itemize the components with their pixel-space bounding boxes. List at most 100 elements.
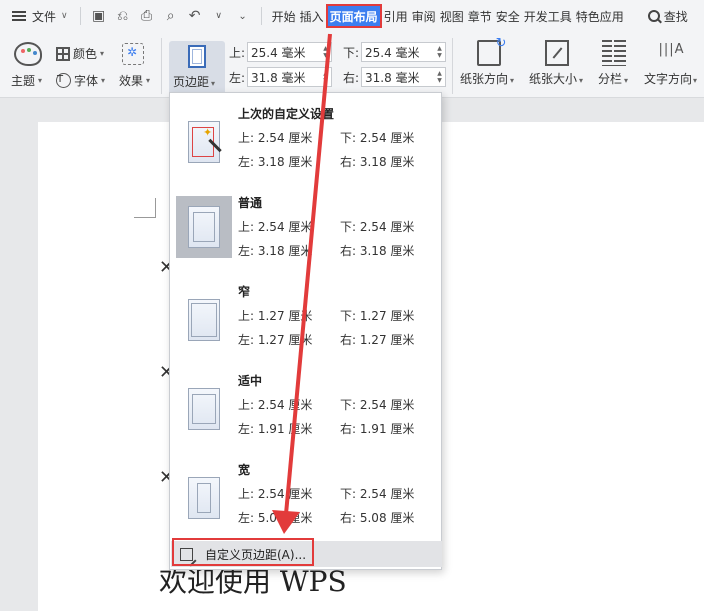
- preset-top: 上: 2.54 厘米: [238, 398, 313, 412]
- effect-icon: [122, 43, 144, 65]
- theme-button[interactable]: [14, 42, 42, 66]
- color-grid-icon: [56, 46, 70, 61]
- spinner-arrows-icon[interactable]: ▲ ▼: [320, 43, 331, 61]
- size-label-wrap: 纸张大小 ▾: [529, 70, 583, 87]
- margin-preset-normal[interactable]: 普通 上: 2.54 厘米 下: 2.54 厘米 左: 3.18 厘米 右: 3…: [170, 182, 441, 270]
- text-direction-button[interactable]: 文字方向▾: [644, 40, 697, 87]
- tab-developer[interactable]: 开发工具: [522, 0, 574, 32]
- redo-icon[interactable]: ∨: [207, 4, 231, 28]
- search-button[interactable]: 查找: [647, 8, 688, 25]
- margin-preset-moderate[interactable]: 适中 上: 2.54 厘米 下: 2.54 厘米 左: 1.91 厘米 右: 1…: [170, 360, 441, 448]
- paper-size-button[interactable]: 纸张大小 ▾: [529, 40, 583, 87]
- preset-top: 上: 1.27 厘米: [238, 309, 313, 323]
- preset-left: 左: 1.91 厘米: [238, 422, 313, 436]
- page-orientation-icon: [476, 36, 507, 66]
- spinner-arrows-icon[interactable]: ▲ ▼: [320, 68, 331, 86]
- margin-preset-wide[interactable]: 宽 上: 2.54 厘米 下: 2.54 厘米 左: 5.08 厘米 右: 5.…: [170, 449, 441, 537]
- search-icon: [647, 10, 660, 22]
- save-icon[interactable]: ▣: [87, 4, 111, 28]
- font-label: 字体: [74, 74, 99, 88]
- tab-insert[interactable]: 插入: [298, 0, 326, 32]
- theme-label-button[interactable]: 主题 ▾: [11, 72, 42, 89]
- caret-down-icon: ▾: [100, 49, 105, 58]
- annotation-highlight-box: [172, 538, 314, 566]
- page-thumbnail-icon: [188, 477, 220, 519]
- preset-bottom: 下: 2.54 厘米: [340, 131, 415, 145]
- bottom-margin-label: 下:: [343, 46, 360, 60]
- margin-preset-narrow[interactable]: 窄 上: 1.27 厘米 下: 1.27 厘米 左: 1.27 厘米 右: 1.…: [170, 271, 441, 359]
- columns-button[interactable]: 分栏 ▾: [598, 40, 628, 87]
- preset-left: 左: 1.27 厘米: [238, 333, 313, 347]
- orientation-label: 纸张方向: [460, 72, 509, 86]
- tab-home[interactable]: 开始: [270, 0, 298, 32]
- tab-features[interactable]: 特色应用: [574, 0, 626, 32]
- preset-left: 左: 3.18 厘米: [238, 155, 313, 169]
- print-icon[interactable]: ⎙: [135, 4, 159, 28]
- margin-corner-mark: [134, 198, 156, 218]
- preset-thumbnail: [176, 467, 232, 529]
- preset-thumbnail: [176, 289, 232, 351]
- bottom-margin-spinner: ▲▼: [361, 42, 446, 62]
- preset-bottom: 下: 1.27 厘米: [340, 309, 415, 323]
- paper-size-label: 纸张大小: [529, 72, 578, 86]
- effect-button[interactable]: 效果 ▾: [119, 72, 150, 89]
- preset-bottom: 下: 2.54 厘米: [340, 487, 415, 501]
- margin-preset-last-custom[interactable]: ✦ 上次的自定义设置 上: 2.54 厘米 下: 2.54 厘米 左: 3.18…: [170, 93, 441, 181]
- preset-title: 普通: [238, 196, 263, 210]
- top-margin-input[interactable]: [248, 43, 320, 61]
- caret-down-icon: ▾: [693, 76, 698, 85]
- page-thumbnail-icon: [188, 299, 220, 341]
- quick-access-toolbar: ▣ ⎌ ⎙ ⌕ ↶ ∨ ⌄: [74, 4, 268, 28]
- preset-title: 宽: [238, 463, 251, 477]
- margin-presets-dropdown: ✦ 上次的自定义设置 上: 2.54 厘米 下: 2.54 厘米 左: 3.18…: [169, 92, 442, 570]
- tab-section[interactable]: 章节: [466, 0, 494, 32]
- page-margin-label-wrap: 页边距 ▾: [173, 73, 215, 90]
- preset-left: 左: 5.08 厘米: [238, 511, 313, 525]
- left-margin-input[interactable]: [248, 68, 320, 86]
- orientation-button[interactable]: 纸张方向▾: [460, 36, 514, 87]
- tab-review[interactable]: 审阅: [410, 0, 438, 32]
- preset-thumbnail: [176, 196, 232, 258]
- ribbon-toolbar: 主题 ▾ 颜色 ▾ T 字体 ▾ 效果 ▾ 页边距▾ 上: ▲▼ 下: ▲▼ 左…: [0, 32, 704, 98]
- tab-view[interactable]: 视图: [438, 0, 466, 32]
- chevron-down-icon: ∨: [61, 11, 68, 21]
- preset-thumbnail: [176, 378, 232, 440]
- divider: [161, 38, 162, 94]
- format-painter-icon[interactable]: ⎌: [111, 4, 135, 28]
- page-margin-button[interactable]: 页边距 ▾: [169, 41, 225, 95]
- columns-label-wrap: 分栏 ▾: [598, 70, 628, 87]
- tab-page-layout[interactable]: 页面布局: [325, 4, 382, 28]
- bottom-margin-input[interactable]: [362, 43, 434, 61]
- customize-icon[interactable]: ⌄: [231, 4, 255, 28]
- color-button[interactable]: 颜色 ▾: [56, 45, 104, 62]
- caret-down-icon: ▾: [579, 76, 584, 85]
- preset-title: 适中: [238, 374, 263, 388]
- right-margin-input[interactable]: [362, 68, 434, 86]
- page-thumbnail-icon: ✦: [188, 121, 222, 163]
- undo-icon[interactable]: ↶: [183, 4, 207, 28]
- paragraph-mark-icon: ✕: [159, 467, 175, 488]
- print-preview-icon[interactable]: ⌕: [159, 4, 183, 28]
- tab-references[interactable]: 引用: [382, 0, 410, 32]
- font-button[interactable]: T 字体 ▾: [56, 72, 105, 89]
- effect-icon-button[interactable]: [122, 43, 144, 65]
- spinner-arrows-icon[interactable]: ▲ ▼: [434, 68, 445, 86]
- preset-right: 右: 3.18 厘米: [340, 244, 415, 258]
- font-icon: T: [56, 73, 71, 88]
- caret-down-icon: ▾: [624, 76, 629, 85]
- tab-security[interactable]: 安全: [494, 0, 522, 32]
- spinner-arrows-icon[interactable]: ▲ ▼: [434, 43, 445, 61]
- columns-label: 分栏: [598, 72, 623, 86]
- paragraph-mark-icon: ✕: [159, 257, 175, 278]
- right-margin-spinner: ▲▼: [361, 67, 446, 87]
- file-menu-button[interactable]: 文件 ∨: [0, 0, 68, 32]
- divider: [260, 7, 262, 25]
- divider: [452, 38, 453, 94]
- margin-outline: [193, 212, 215, 242]
- preset-right: 右: 3.18 厘米: [340, 155, 415, 169]
- ribbon-tabs: 开始 插入 页面布局 引用 审阅 视图 章节 安全 开发工具 特色应用: [270, 0, 626, 32]
- caret-down-icon: ▾: [38, 76, 43, 85]
- text-direction-label: 文字方向: [644, 72, 693, 86]
- preset-top: 上: 2.54 厘米: [238, 487, 313, 501]
- preset-left: 左: 3.18 厘米: [238, 244, 313, 258]
